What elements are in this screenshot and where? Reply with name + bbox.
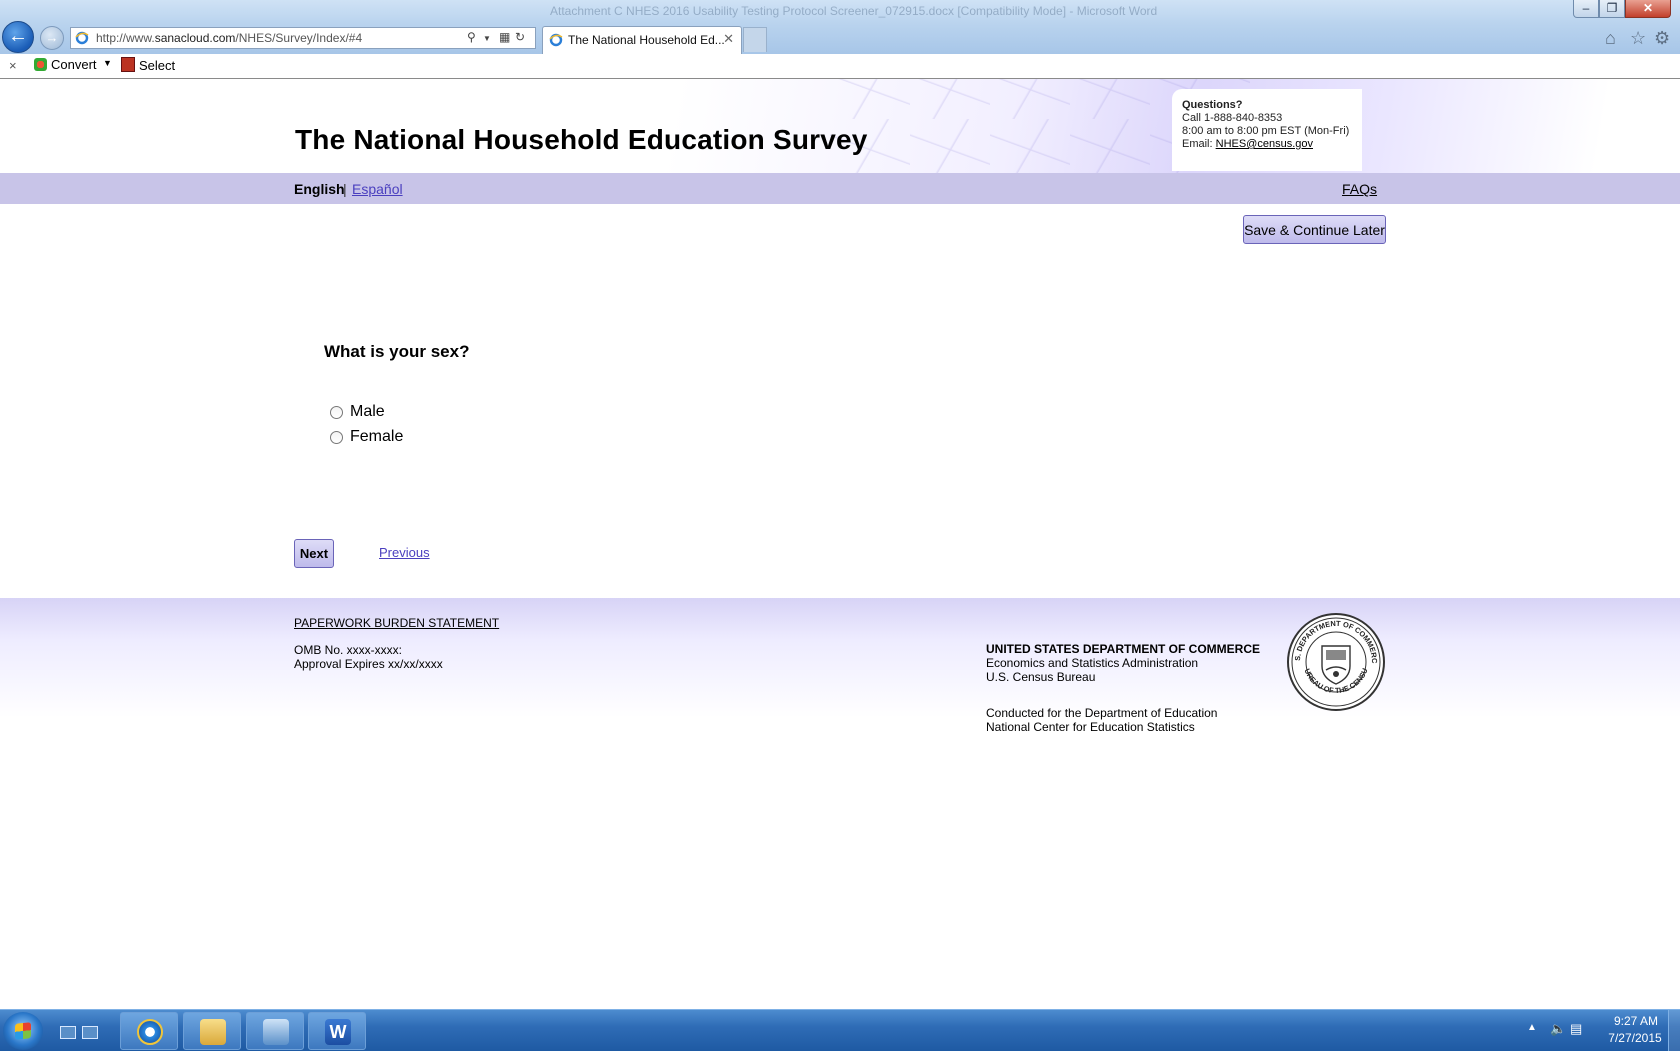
conducted-line: Conducted for the Department of Educatio… (986, 706, 1218, 720)
volume-icon[interactable]: 🔈 (1550, 1021, 1566, 1037)
star-icon[interactable]: ☆ (1630, 28, 1646, 49)
agency-block: UNITED STATES DEPARTMENT OF COMMERCE Eco… (986, 642, 1260, 684)
folder-icon (200, 1019, 226, 1045)
site-header: The National Household Education Survey … (0, 79, 1680, 173)
forward-arrow-icon[interactable]: → (40, 26, 64, 50)
taskbar-word[interactable]: W (308, 1012, 366, 1050)
show-desktop-button[interactable] (1668, 1010, 1680, 1051)
next-button[interactable]: Next (294, 539, 334, 568)
show-desktop-quick-icon[interactable] (60, 1026, 76, 1039)
taskbar-lync[interactable] (246, 1012, 304, 1050)
switch-windows-icon[interactable] (82, 1026, 98, 1039)
nces-line: National Center for Education Statistics (986, 720, 1195, 734)
option-female-label[interactable]: Female (350, 428, 403, 446)
language-espanol-link[interactable]: Español (352, 181, 403, 197)
tab-title: The National Household Ed... (568, 33, 725, 47)
url-domain: sanacloud.com (154, 31, 236, 45)
browser-chrome: Attachment C NHES 2016 Usability Testing… (0, 0, 1680, 55)
convert-label: Convert (51, 57, 97, 72)
window-title: Attachment C NHES 2016 Usability Testing… (550, 4, 1158, 18)
tab-close-icon[interactable]: ✕ (723, 31, 734, 47)
network-icon[interactable]: ▤ (1570, 1021, 1582, 1037)
select-button[interactable]: Select (121, 57, 175, 73)
option-male-label[interactable]: Male (350, 403, 385, 421)
clock-date[interactable]: 7/27/2015 (1602, 1031, 1668, 1045)
address-bar[interactable]: http://www.sanacloud.com/NHES/Survey/Ind… (70, 27, 536, 49)
email-link[interactable]: NHES@census.gov (1216, 138, 1313, 150)
language-english: English (294, 181, 345, 197)
refresh-icon[interactable]: ↻ (515, 30, 525, 44)
esa-line: Economics and Statistics Administration (986, 656, 1199, 670)
maximize-button[interactable]: ❐ (1599, 0, 1625, 18)
taskbar-internet-explorer[interactable] (120, 1012, 178, 1050)
contact-email-prefix: Email: (1182, 138, 1216, 150)
site-footer: PAPERWORK BURDEN STATEMENT OMB No. xxxx-… (0, 598, 1680, 734)
select-label: Select (139, 58, 176, 73)
faqs-link[interactable]: FAQs (1342, 181, 1377, 197)
gear-icon[interactable]: ⚙ (1654, 28, 1670, 49)
tab-nhes[interactable]: The National Household Ed... ✕ (542, 26, 742, 54)
convert-button[interactable]: Convert (34, 57, 97, 72)
conducted-for-block: Conducted for the Department of Educatio… (986, 706, 1217, 734)
omb-number: OMB No. xxxx-xxxx: (294, 643, 403, 657)
contact-hours: 8:00 am to 8:00 pm EST (Mon-Fri) (1182, 125, 1350, 137)
home-icon[interactable]: ⌂ (1605, 28, 1616, 49)
pdf-select-icon (121, 57, 135, 72)
paperwork-burden-link[interactable]: PAPERWORK BURDEN STATEMENT (294, 616, 499, 630)
compatibility-view-icon[interactable]: ▦ (499, 30, 510, 44)
census-bureau-line: U.S. Census Bureau (986, 670, 1096, 684)
approval-expires: Approval Expires xx/xx/xxxx (294, 657, 443, 671)
word-icon: W (325, 1019, 351, 1045)
radio-female[interactable] (330, 431, 343, 444)
search-icon[interactable]: ⚲ (467, 30, 476, 44)
command-bar: × Convert ▼ Select (0, 54, 1680, 79)
save-continue-later-button[interactable]: Save & Continue Later (1243, 215, 1386, 244)
back-arrow-icon[interactable]: ← (2, 21, 34, 53)
url-prefix: http://www. (96, 31, 155, 45)
address-url[interactable]: http://www.sanacloud.com/NHES/Survey/Ind… (96, 31, 362, 45)
taskbar: W ▲ 🔈 ▤ 9:27 AM 7/27/2015 (0, 1009, 1680, 1051)
internet-explorer-icon (137, 1019, 163, 1045)
clock-time[interactable]: 9:27 AM (1608, 1014, 1664, 1028)
taskbar-windows-explorer[interactable] (183, 1012, 241, 1050)
start-button[interactable] (3, 1012, 43, 1050)
language-separator: | (343, 181, 347, 197)
pdf-convert-icon (34, 58, 47, 71)
lync-icon (263, 1019, 289, 1045)
contact-questions: Questions? (1182, 99, 1243, 111)
radio-male[interactable] (330, 406, 343, 419)
contact-email-row: Email: NHES@census.gov (1182, 138, 1362, 151)
url-path: /NHES/Survey/Index/#4 (235, 31, 363, 45)
close-toolbar-icon[interactable]: × (9, 58, 17, 73)
contact-box: Questions? Call 1-888-840-8353 8:00 am t… (1172, 89, 1362, 171)
search-dropdown-icon[interactable]: ▼ (483, 34, 491, 43)
show-hidden-icons-icon[interactable]: ▲ (1527, 1022, 1537, 1033)
census-seal-logo: U.S. DEPARTMENT OF COMMERCE BUREAU OF TH… (1286, 612, 1385, 711)
dept-commerce: UNITED STATES DEPARTMENT OF COMMERCE (986, 642, 1260, 656)
language-nav: English | Español FAQs (0, 173, 1680, 204)
previous-link[interactable]: Previous (379, 545, 430, 560)
minimize-button[interactable]: – (1573, 0, 1599, 18)
convert-dropdown-icon[interactable]: ▼ (103, 58, 112, 68)
question-text: What is your sex? (324, 342, 470, 361)
omb-info: OMB No. xxxx-xxxx: Approval Expires xx/x… (294, 643, 443, 671)
windows-logo-icon (15, 1022, 31, 1040)
system-tray: ▲ 🔈 ▤ 9:27 AM 7/27/2015 (1520, 1010, 1680, 1051)
ie-tab-icon (549, 33, 563, 47)
page-title: The National Household Education Survey (295, 124, 868, 155)
contact-phone: Call 1-888-840-8353 (1182, 112, 1283, 124)
ie-page-icon (75, 31, 89, 45)
close-window-button[interactable]: ✕ (1625, 0, 1671, 18)
new-tab-button[interactable] (743, 27, 767, 52)
